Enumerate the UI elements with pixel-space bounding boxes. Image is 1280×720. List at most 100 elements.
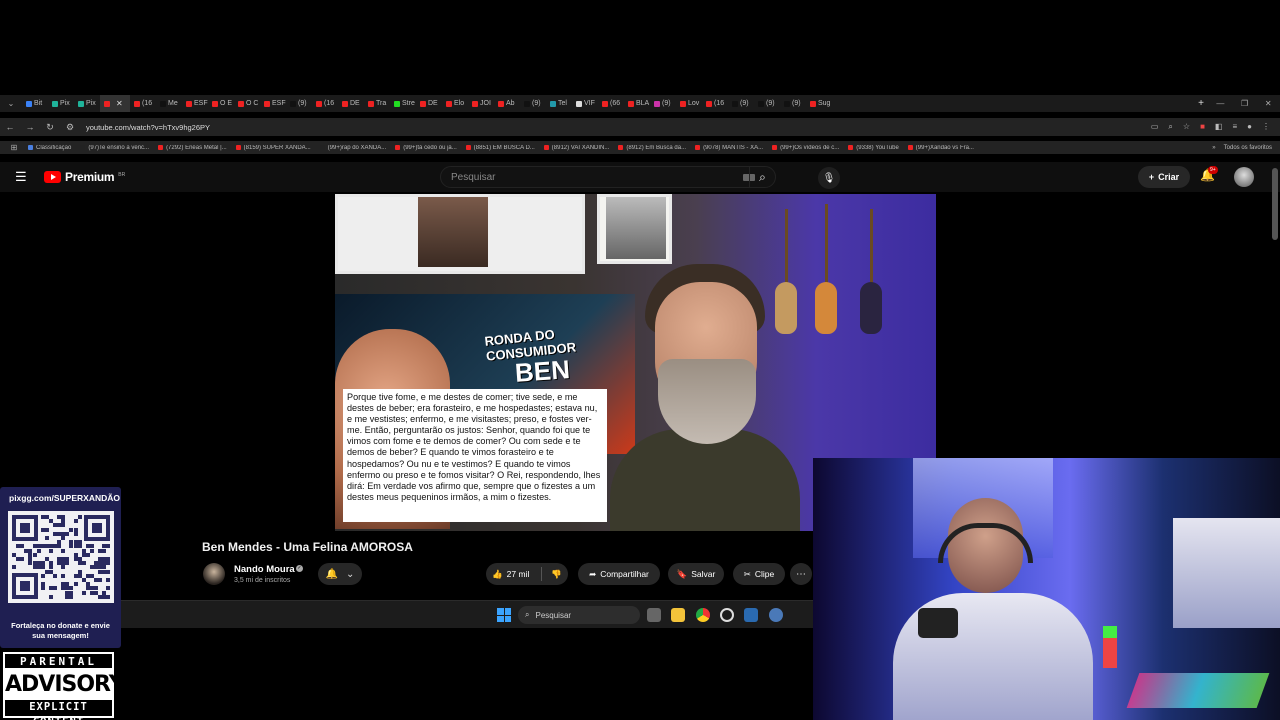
- browser-tab[interactable]: (9): [520, 95, 546, 112]
- back-icon[interactable]: ←: [0, 122, 20, 132]
- steam-icon[interactable]: [744, 608, 758, 622]
- bookmark-item[interactable]: (9078) MANTIS - XA...: [695, 145, 763, 151]
- close-tab-icon[interactable]: ✕: [116, 99, 123, 108]
- browser-tab[interactable]: Bit: [22, 95, 48, 112]
- browser-tab[interactable]: ✕: [100, 95, 130, 112]
- menu-icon[interactable]: ⋮: [1262, 122, 1270, 132]
- browser-tab[interactable]: (9): [780, 95, 806, 112]
- account-avatar[interactable]: [1234, 167, 1254, 187]
- browser-tab[interactable]: (9): [650, 95, 676, 112]
- file-explorer-icon[interactable]: [671, 608, 685, 622]
- bookmarks-overflow-icon[interactable]: »: [1212, 145, 1223, 151]
- media-icon[interactable]: ≡: [1232, 122, 1237, 132]
- streamer-webcam: [813, 458, 1280, 720]
- page-scrollbar[interactable]: [1272, 168, 1278, 240]
- browser-tab[interactable]: Ab: [494, 95, 520, 112]
- browser-tab[interactable]: Stre: [390, 95, 416, 112]
- settings-icon[interactable]: [769, 608, 783, 622]
- browser-tab[interactable]: VIF: [572, 95, 598, 112]
- browser-tab[interactable]: Me: [156, 95, 182, 112]
- bookmark-item[interactable]: (8912) VAI XANDIN...: [543, 145, 609, 151]
- tab-label: DE: [428, 100, 438, 107]
- bookmark-item[interactable]: (97)Te ensino a venc...: [80, 145, 149, 151]
- notifications-bell-icon[interactable]: 🔔 9+: [1200, 166, 1218, 186]
- tab-search-icon[interactable]: ⌄: [0, 99, 22, 108]
- youtube-premium-logo[interactable]: Premium BR: [44, 170, 125, 184]
- task-view-icon[interactable]: [647, 608, 661, 622]
- zoom-icon[interactable]: ⌕: [1168, 122, 1172, 132]
- maximize-icon[interactable]: ❐: [1241, 99, 1248, 108]
- browser-tab[interactable]: Sug: [806, 95, 832, 112]
- browser-tab[interactable]: Tra: [364, 95, 390, 112]
- windows-taskbar: ⌕ Pesquisar: [0, 600, 813, 628]
- all-bookmarks-folder[interactable]: Todos os favoritos: [1224, 145, 1280, 151]
- app-icon[interactable]: [720, 608, 734, 622]
- browser-tab[interactable]: ESF: [260, 95, 286, 112]
- browser-tab[interactable]: BLA: [624, 95, 650, 112]
- browser-tab[interactable]: (16: [130, 95, 156, 112]
- taskbar-search-box[interactable]: ⌕ Pesquisar: [518, 606, 640, 624]
- bookmark-item[interactable]: (8159) SUPER XANDÃ...: [235, 145, 311, 151]
- url-field[interactable]: youtube.com/watch?v=hTxv9hg26PY: [86, 123, 1151, 132]
- reload-icon[interactable]: ↻: [40, 122, 60, 133]
- dislike-icon[interactable]: 👎: [551, 569, 562, 580]
- bookmark-item[interactable]: Classificação: [28, 145, 71, 151]
- browser-tab[interactable]: DE: [338, 95, 364, 112]
- browser-tab[interactable]: Elo: [442, 95, 468, 112]
- browser-tab[interactable]: O C: [234, 95, 260, 112]
- bookmark-item[interactable]: (8851) EM BUSCA D...: [465, 145, 535, 151]
- create-button[interactable]: + Criar: [1138, 166, 1190, 188]
- bookmark-item[interactable]: (9338) YouTube: [848, 145, 899, 151]
- plus-icon: +: [1148, 172, 1155, 182]
- clip-button[interactable]: ✂ Clipe: [733, 563, 785, 585]
- microphone-icon[interactable]: 🎙: [818, 167, 840, 189]
- apps-grid-icon[interactable]: ⊞: [0, 143, 28, 152]
- browser-tab[interactable]: DE: [416, 95, 442, 112]
- site-info-icon[interactable]: ⚙: [60, 122, 80, 133]
- install-icon[interactable]: ▭: [1151, 122, 1159, 132]
- browser-tab[interactable]: JOI: [468, 95, 494, 112]
- tab-favicon-icon: [654, 100, 660, 107]
- search-input[interactable]: [441, 171, 743, 183]
- new-tab-button[interactable]: +: [1194, 98, 1208, 109]
- channel-name[interactable]: Nando Moura: [234, 564, 295, 575]
- forward-icon[interactable]: →: [20, 122, 40, 132]
- hamburger-menu-icon[interactable]: ☰: [15, 169, 29, 185]
- channel-avatar[interactable]: [203, 563, 225, 585]
- share-button[interactable]: ➦ Compartilhar: [578, 563, 660, 585]
- bookmark-item[interactable]: (99+)Os vídeos de c...: [772, 145, 839, 151]
- bookmark-item[interactable]: (99+)Xandão vs Fra...: [907, 145, 974, 151]
- browser-tab[interactable]: (9): [728, 95, 754, 112]
- more-actions-button[interactable]: ⋯: [790, 563, 812, 585]
- browser-tab[interactable]: Pix: [74, 95, 100, 112]
- search-button[interactable]: ⌕: [749, 167, 775, 187]
- browser-tab[interactable]: ESF: [182, 95, 208, 112]
- browser-tab[interactable]: (9): [286, 95, 312, 112]
- extensions-icon[interactable]: ◧: [1215, 122, 1223, 132]
- browser-tab[interactable]: Tel: [546, 95, 572, 112]
- windows-start-icon[interactable]: [497, 608, 511, 622]
- tab-label: Ab: [506, 100, 515, 107]
- browser-tab[interactable]: Pix: [48, 95, 74, 112]
- minimize-icon[interactable]: —: [1216, 99, 1224, 108]
- browser-tab[interactable]: (9): [754, 95, 780, 112]
- save-button[interactable]: 🔖 Salvar: [668, 563, 724, 585]
- bookmark-item[interactable]: (99+)rap do XANDÃ...: [319, 145, 386, 151]
- chrome-icon[interactable]: [696, 608, 710, 622]
- browser-tab[interactable]: (66: [598, 95, 624, 112]
- bookmark-star-icon[interactable]: ☆: [1183, 122, 1190, 132]
- like-icon[interactable]: 👍: [492, 569, 503, 580]
- browser-tab[interactable]: O E: [208, 95, 234, 112]
- browser-tab[interactable]: Lov: [676, 95, 702, 112]
- bookmark-item[interactable]: (8912) Em Busca da...: [618, 145, 686, 151]
- browser-tab[interactable]: (16: [702, 95, 728, 112]
- subscription-bell-button[interactable]: 🔔 ⌄: [318, 563, 362, 585]
- bookmark-favicon-icon: [235, 145, 241, 150]
- profile-icon[interactable]: ●: [1247, 122, 1252, 132]
- close-window-icon[interactable]: ✕: [1265, 99, 1272, 108]
- extension-red-icon[interactable]: ■: [1200, 122, 1205, 132]
- browser-tab[interactable]: (16: [312, 95, 338, 112]
- bookmark-item[interactable]: (99+)tá cedo ou já...: [395, 145, 457, 151]
- like-count[interactable]: 27 mil: [507, 569, 530, 579]
- bookmark-item[interactable]: (7292) Enéas Metal |...: [158, 145, 227, 151]
